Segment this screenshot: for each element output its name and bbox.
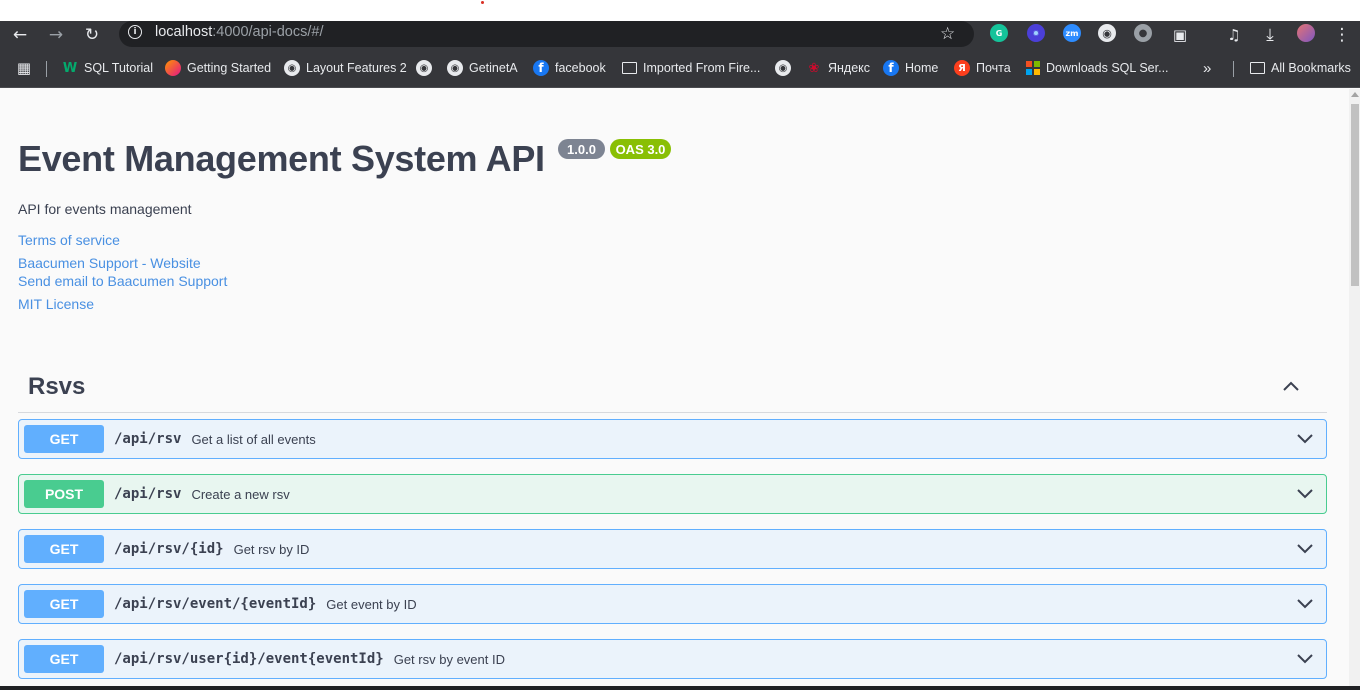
method-badge: GET — [24, 590, 104, 618]
chevron-down-icon[interactable] — [1297, 597, 1313, 609]
api-title: Event Management System API — [18, 138, 545, 179]
scrollbar-thumb[interactable] — [1351, 104, 1359, 286]
firefox-icon — [165, 60, 181, 76]
bookmark-downloads-sql[interactable]: Downloads SQL Ser... — [1026, 49, 1169, 87]
forward-arrow-icon[interactable]: → — [44, 21, 68, 49]
bookmark-folder-imported[interactable]: Imported From Fire... — [622, 49, 760, 87]
folder-icon — [622, 62, 637, 74]
bookmarks-bar: ▦ W SQL Tutorial Getting Started ◉ Layout … — [0, 49, 1360, 88]
folder-icon — [1250, 62, 1265, 74]
operation-get-rsv-event[interactable]: GET /api/rsv/event/{eventId} Get event b… — [18, 584, 1327, 624]
operation-summary: Get rsv by event ID — [393, 651, 505, 667]
operation-path: /api/rsv/event/{eventId} — [114, 596, 317, 612]
operation-get-rsv-user-event[interactable]: GET /api/rsv/user{id}/event{eventId} Get… — [18, 639, 1327, 679]
bookmark-yandex[interactable]: ❀ Яндекс — [806, 49, 871, 87]
browser-toolbar: ← → ↻ i localhost:4000/api-docs/#/ ☆ G ✹… — [0, 21, 1360, 49]
globe-icon: ◉ — [416, 60, 432, 76]
chevron-down-icon[interactable] — [1297, 487, 1313, 499]
url-text[interactable]: localhost:4000/api-docs/#/ — [155, 24, 323, 40]
apps-grid-icon[interactable]: ▦ — [12, 54, 36, 82]
section-title-rsvs[interactable]: Rsvs — [28, 373, 85, 401]
huawei-icon: ❀ — [808, 60, 820, 76]
scroll-up-arrow-icon[interactable] — [1351, 92, 1359, 97]
oas-badge: OAS 3.0 — [610, 139, 671, 159]
globe-icon: ◉ — [447, 60, 463, 76]
chevron-down-icon[interactable] — [1297, 542, 1313, 554]
chevron-down-icon[interactable] — [1297, 652, 1313, 664]
profile-avatar[interactable] — [1297, 24, 1315, 42]
media-controls-icon[interactable]: ♫ — [1222, 21, 1246, 49]
chevron-up-icon[interactable] — [1282, 379, 1300, 393]
globe-extension-icon[interactable]: ◉ — [1098, 24, 1116, 42]
api-description: API for events management — [18, 201, 192, 217]
terms-of-service-link[interactable]: Terms of service — [18, 232, 120, 248]
license-link[interactable]: MIT License — [18, 296, 94, 312]
bookmark-pochta[interactable]: Я Почта — [954, 49, 1011, 87]
method-badge: GET — [24, 645, 104, 673]
menu-kebab-icon[interactable]: ⋮ — [1330, 21, 1354, 49]
support-website-link[interactable]: Baacumen Support - Website — [18, 255, 201, 271]
facebook-icon: f — [883, 60, 899, 76]
globe-icon: ◉ — [284, 60, 300, 76]
chevron-down-icon[interactable] — [1297, 432, 1313, 444]
grammarly-icon[interactable]: G — [990, 24, 1008, 42]
bookmarks-separator — [46, 61, 47, 77]
method-badge: GET — [24, 425, 104, 453]
operation-summary: Get a list of all events — [191, 431, 316, 447]
site-info-icon[interactable]: i — [128, 25, 142, 39]
bookmark-layout-features[interactable]: ◉ Layout Features 2 — [284, 49, 407, 87]
zoom-extension-icon[interactable]: zm — [1063, 24, 1081, 42]
extensions-puzzle-icon[interactable]: ▣ — [1168, 21, 1192, 49]
yandex-icon: Я — [954, 60, 970, 76]
window-bottom-edge — [0, 686, 1360, 690]
vpn-extension-icon[interactable]: ● — [1134, 24, 1152, 42]
facebook-icon: f — [533, 60, 549, 76]
support-email-link[interactable]: Send email to Baacumen Support — [18, 273, 227, 289]
bookmark-globe-2[interactable]: ◉ — [775, 49, 797, 87]
operation-path: /api/rsv — [114, 431, 182, 447]
extension-star-icon[interactable]: ✹ — [1027, 24, 1045, 42]
bookmark-star-icon[interactable]: ☆ — [940, 21, 955, 47]
operation-summary: Get event by ID — [326, 596, 417, 612]
window-top-strip — [0, 0, 1360, 21]
method-badge: GET — [24, 535, 104, 563]
operation-post-rsv[interactable]: POST /api/rsv Create a new rsv — [18, 474, 1327, 514]
recording-dot — [481, 1, 484, 4]
operation-path: /api/rsv — [114, 486, 182, 502]
bookmarks-separator-2 — [1233, 61, 1234, 77]
method-badge: POST — [24, 480, 104, 508]
operation-summary: Get rsv by ID — [233, 541, 310, 557]
more-bookmarks-chevron-icon[interactable]: » — [1203, 49, 1211, 87]
operation-path: /api/rsv/{id} — [114, 541, 224, 557]
operation-summary: Create a new rsv — [191, 486, 290, 502]
bookmark-sql-tutorial[interactable]: W SQL Tutorial — [62, 49, 153, 87]
all-bookmarks-button[interactable]: All Bookmarks — [1250, 49, 1351, 87]
version-badge: 1.0.0 — [558, 139, 605, 159]
w3schools-icon: W — [62, 60, 78, 76]
download-icon[interactable]: ⤓ — [1258, 21, 1282, 49]
operation-path: /api/rsv/user{id}/event{eventId} — [114, 651, 384, 667]
bookmark-getineta[interactable]: ◉ GetinetA — [447, 49, 518, 87]
bookmark-globe[interactable]: ◉ — [416, 49, 438, 87]
globe-icon: ◉ — [775, 60, 791, 76]
operation-get-rsv[interactable]: GET /api/rsv Get a list of all events — [18, 419, 1327, 459]
bookmark-getting-started[interactable]: Getting Started — [165, 49, 271, 87]
address-bar[interactable]: i localhost:4000/api-docs/#/ ☆ — [119, 21, 974, 47]
bookmark-home[interactable]: f Home — [883, 49, 938, 87]
section-divider — [18, 412, 1327, 413]
operation-get-rsv-by-id[interactable]: GET /api/rsv/{id} Get rsv by ID — [18, 529, 1327, 569]
back-arrow-icon[interactable]: ← — [8, 21, 32, 49]
microsoft-icon — [1026, 61, 1040, 75]
reload-icon[interactable]: ↻ — [80, 21, 104, 49]
bookmark-facebook[interactable]: f facebook — [533, 49, 606, 87]
